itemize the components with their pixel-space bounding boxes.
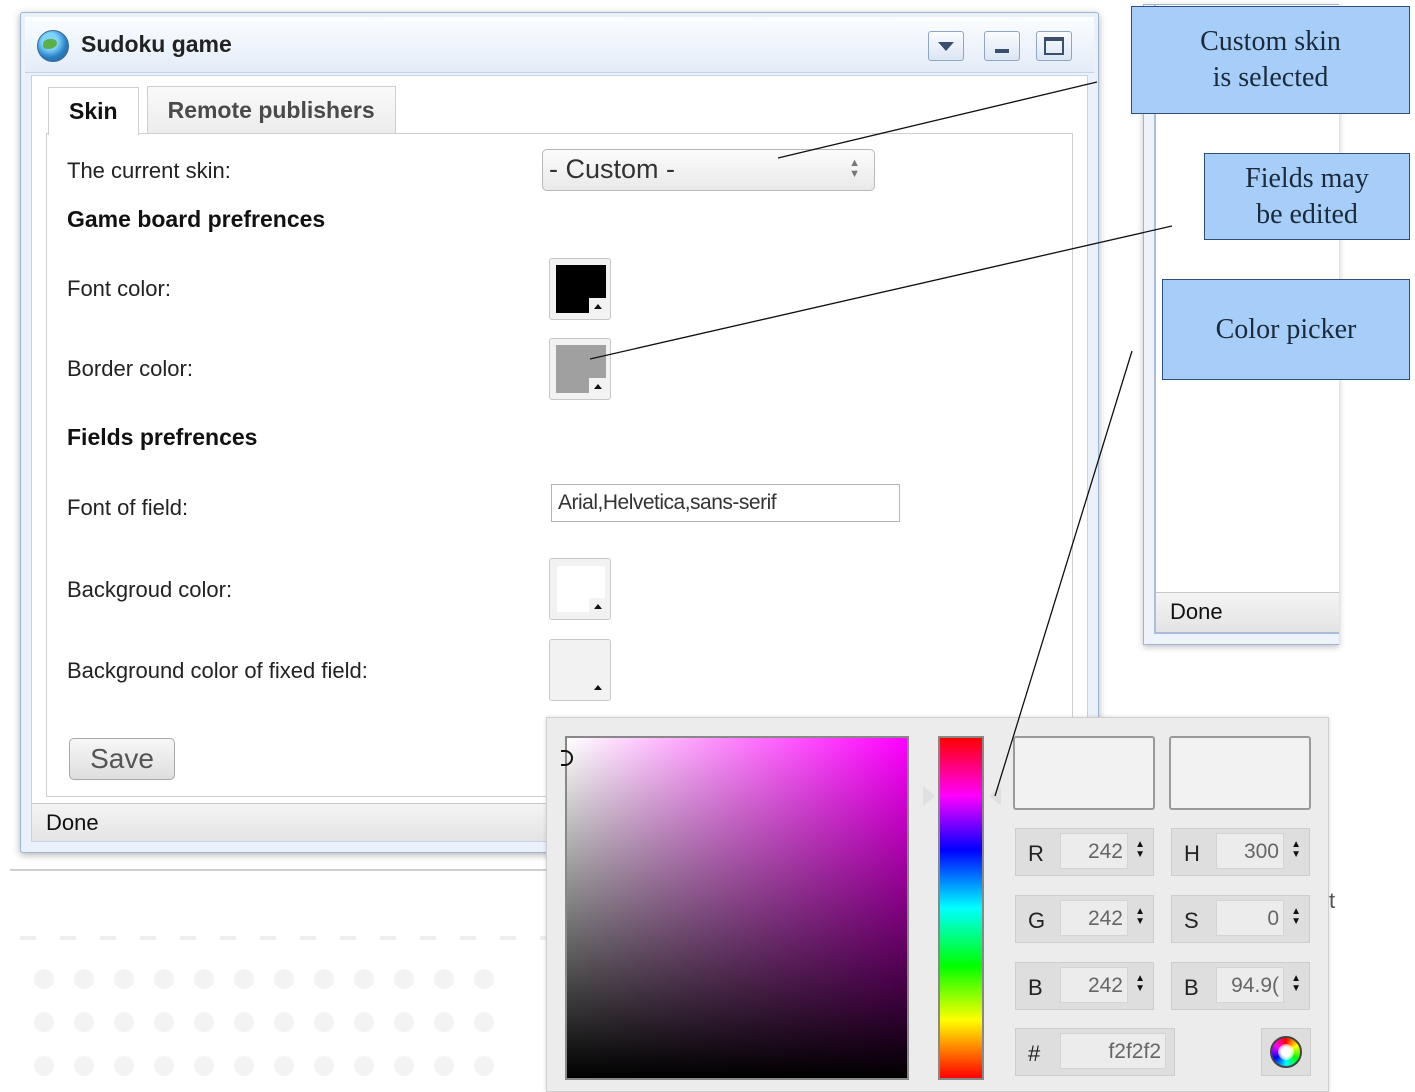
- font-color-picker-button[interactable]: [549, 258, 611, 320]
- saturation-input[interactable]: 0: [1216, 900, 1284, 936]
- window-titlebar[interactable]: Sudoku game: [25, 17, 1094, 73]
- hue-slider-left-arrow-icon[interactable]: [921, 784, 935, 808]
- background-pattern: [34, 1056, 494, 1076]
- tab-skin[interactable]: Skin: [48, 87, 139, 135]
- fixed-field-bg-label: Background color of fixed field:: [67, 658, 368, 683]
- clipped-text: t: [1329, 888, 1336, 913]
- globe-icon: [37, 30, 69, 62]
- new-color-preview: [1013, 736, 1155, 810]
- old-color-preview: [1169, 736, 1311, 810]
- tab-bar: Skin Remote publishers: [48, 86, 404, 135]
- red-letter: R: [1028, 841, 1044, 866]
- background-color-picker-button[interactable]: [549, 558, 611, 620]
- callout-custom-skin: Custom skin is selected: [1131, 6, 1410, 114]
- hex-field: # f2f2f2: [1015, 1028, 1175, 1076]
- spinner-icon[interactable]: ▲ ▼: [1135, 907, 1145, 927]
- background-window-statusbar: Done: [1156, 592, 1339, 632]
- window-title: Sudoku game: [81, 31, 232, 57]
- maximize-button[interactable]: [1036, 31, 1072, 61]
- green-field: G 242 ▲ ▼: [1015, 895, 1154, 943]
- dropdown-arrow-icon: [589, 378, 607, 396]
- hex-symbol: #: [1028, 1041, 1041, 1066]
- window-menu-button[interactable]: [928, 31, 964, 61]
- game-board-heading: Game board prefrences: [67, 206, 326, 232]
- blue-field: B 242 ▲ ▼: [1015, 962, 1154, 1010]
- border-color-label: Border color:: [67, 356, 193, 381]
- font-of-field-label: Font of field:: [67, 495, 189, 520]
- green-letter: G: [1028, 908, 1046, 933]
- callout-color-picker: Color picker: [1162, 279, 1410, 380]
- hex-input[interactable]: f2f2f2: [1060, 1033, 1166, 1069]
- blue-letter: B: [1028, 975, 1043, 1000]
- sv-cursor-icon[interactable]: [561, 750, 573, 766]
- hue-letter: H: [1184, 841, 1200, 866]
- dropdown-arrow-icon: [589, 679, 607, 697]
- dropdown-arrow-icon: [589, 298, 607, 316]
- spinner-icon[interactable]: ▲ ▼: [1291, 974, 1301, 994]
- saturation-letter: S: [1184, 908, 1199, 933]
- border-color-picker-button[interactable]: [549, 338, 611, 400]
- background-pattern: [34, 1012, 494, 1032]
- color-wheel-icon: [1270, 1036, 1302, 1068]
- color-wheel-button[interactable]: [1261, 1028, 1311, 1076]
- hue-input[interactable]: 300: [1216, 833, 1284, 869]
- font-color-label: Font color:: [67, 276, 171, 301]
- hue-field: H 300 ▲ ▼: [1171, 828, 1310, 876]
- color-picker: R 242 ▲ ▼ G 242 ▲ ▼ B 242 ▲ ▼ H 300 ▲ ▼ S 0 …: [546, 717, 1329, 1092]
- callout-fields-edited: Fields may be edited: [1204, 153, 1410, 240]
- green-input[interactable]: 242: [1060, 900, 1128, 936]
- current-skin-label: The current skin:: [67, 158, 231, 183]
- skin-select-value: - Custom -: [549, 154, 676, 184]
- minimize-button[interactable]: [984, 31, 1020, 61]
- divider: [10, 869, 550, 871]
- hue-slider-right-arrow-icon[interactable]: [989, 786, 1001, 806]
- brightness-input[interactable]: 94.9(: [1216, 967, 1284, 1003]
- skin-select[interactable]: - Custom - ▲ ▼: [542, 149, 875, 191]
- background-pattern: [34, 969, 494, 989]
- background-pattern: [20, 936, 560, 940]
- spinner-icon[interactable]: ▲ ▼: [1291, 840, 1301, 860]
- skin-panel: The current skin: - Custom - ▲ ▼ Game boa…: [46, 133, 1073, 797]
- dropdown-arrow-icon: [589, 598, 607, 616]
- spinner-icon[interactable]: ▲ ▼: [1135, 974, 1145, 994]
- fixed-field-bg-picker-button[interactable]: [549, 639, 611, 701]
- background-color-label: Backgroud color:: [67, 577, 233, 602]
- save-button[interactable]: Save: [69, 738, 175, 780]
- select-arrows-icon: ▲ ▼: [849, 157, 860, 180]
- font-of-field-input[interactable]: Arial,Helvetica,sans-serif: [551, 484, 900, 522]
- spinner-icon[interactable]: ▲ ▼: [1135, 840, 1145, 860]
- brightness-letter: B: [1184, 975, 1199, 1000]
- saturation-brightness-area[interactable]: [561, 736, 909, 1080]
- hue-slider[interactable]: [938, 736, 984, 1080]
- saturation-field: S 0 ▲ ▼: [1171, 895, 1310, 943]
- brightness-field: B 94.9( ▲ ▼: [1171, 962, 1310, 1010]
- tab-remote-publishers[interactable]: Remote publishers: [146, 86, 396, 134]
- blue-input[interactable]: 242: [1060, 967, 1128, 1003]
- red-input[interactable]: 242: [1060, 833, 1128, 869]
- spinner-icon[interactable]: ▲ ▼: [1291, 907, 1301, 927]
- fields-heading: Fields prefrences: [67, 424, 258, 450]
- red-field: R 242 ▲ ▼: [1015, 828, 1154, 876]
